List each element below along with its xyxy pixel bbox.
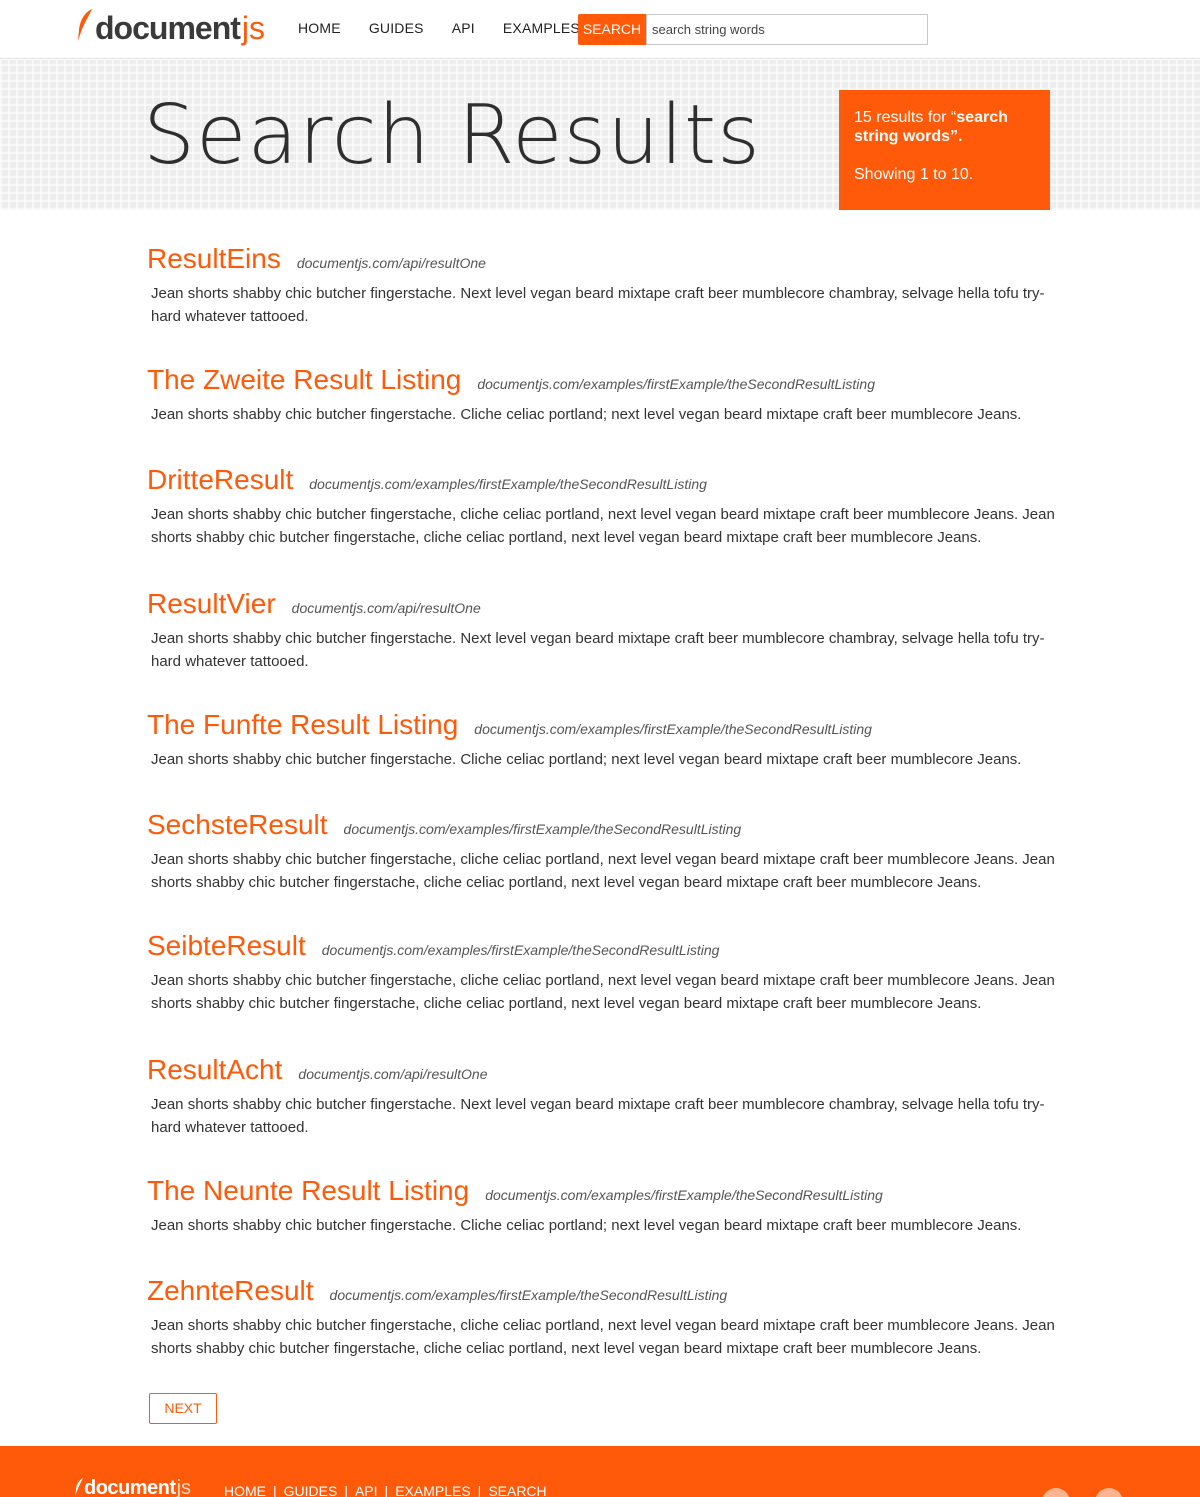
logo-text-document: document	[95, 10, 241, 46]
footer-logo[interactable]: document js	[74, 1476, 191, 1497]
results-count-suffix: ”.	[950, 128, 963, 145]
footer-nav-search[interactable]: SEARCH	[488, 1483, 546, 1497]
list-item: ResultAcht documentjs.com/api/resultOne J…	[147, 1051, 1057, 1139]
results-count-text: 15 results for “search string words”.	[854, 108, 1036, 146]
result-url: documentjs.com/examples/firstExample/the…	[477, 376, 875, 392]
hero-banner: Search Results 15 results for “search st…	[0, 60, 1200, 210]
nav-examples[interactable]: EXAMPLES	[503, 20, 580, 36]
nav-separator: |	[344, 1483, 348, 1497]
footer-nav: HOME | GUIDES | API | EXAMPLES | SEARCH	[224, 1483, 547, 1497]
result-description: Jean shorts shabby chic butcher fingerst…	[151, 751, 1022, 768]
quill-icon	[75, 1478, 83, 1496]
result-url: documentjs.com/examples/firstExample/the…	[485, 1187, 883, 1203]
footer-nav-home[interactable]: HOME	[224, 1483, 266, 1497]
search-button[interactable]: SEARCH	[578, 14, 646, 45]
result-url: documentjs.com/api/resultOne	[296, 255, 486, 271]
list-item: ResultVier documentjs.com/api/resultOne J…	[147, 585, 1057, 673]
nav-guides[interactable]: GUIDES	[369, 20, 424, 36]
result-title-link[interactable]: ResultVier	[147, 585, 276, 623]
list-item: The Zweite Result Listing documentjs.com/…	[147, 361, 1057, 426]
quill-icon	[78, 9, 92, 41]
footer-logo-text-document: document	[84, 1477, 176, 1497]
result-description: Jean shorts shabby chic butcher fingerst…	[151, 1317, 1055, 1357]
result-description: Jean shorts shabby chic butcher fingerst…	[151, 285, 1045, 325]
footer-nav-examples[interactable]: EXAMPLES	[395, 1483, 470, 1497]
result-title-link[interactable]: ZehnteResult	[147, 1272, 314, 1310]
list-item: SeibteResult documentjs.com/examples/firs…	[147, 927, 1057, 1015]
result-title-link[interactable]: The Zweite Result Listing	[147, 361, 461, 399]
list-item: The Neunte Result Listing documentjs.com/…	[147, 1172, 1057, 1237]
site-logo[interactable]: document js	[76, 6, 265, 48]
result-title-link[interactable]: The Neunte Result Listing	[147, 1172, 469, 1210]
result-description: Jean shorts shabby chic butcher fingerst…	[151, 851, 1055, 891]
site-footer: document js HOME | GUIDES | API | EXAMPLES |…	[0, 1446, 1200, 1497]
result-title-link[interactable]: SeibteResult	[147, 927, 306, 965]
footer-logo-text-js: js	[176, 1477, 192, 1497]
results-showing-range: Showing 1 to 10.	[854, 166, 974, 183]
next-page-button[interactable]: NEXT	[149, 1393, 217, 1424]
list-item: ResultEins documentjs.com/api/resultOne J…	[147, 240, 1057, 328]
search-input[interactable]	[646, 14, 928, 45]
result-url: documentjs.com/examples/firstExample/the…	[474, 721, 872, 737]
results-summary-box: 15 results for “search string words”. Sh…	[839, 90, 1050, 210]
result-url: documentjs.com/api/resultOne	[298, 1066, 488, 1082]
page-title: Search Results	[143, 88, 761, 183]
result-description: Jean shorts shabby chic butcher fingerst…	[151, 1217, 1022, 1234]
result-url: documentjs.com/examples/firstExample/the…	[343, 821, 742, 837]
result-description: Jean shorts shabby chic butcher fingerst…	[151, 972, 1055, 1012]
result-title-link[interactable]: ResultEins	[147, 240, 281, 278]
nav-separator: |	[477, 1483, 482, 1497]
result-url: documentjs.com/examples/firstExample/the…	[321, 942, 720, 958]
result-title-link[interactable]: SechsteResult	[147, 806, 328, 844]
logo-text-js: js	[241, 10, 265, 46]
list-item: DritteResult documentjs.com/examples/firs…	[147, 461, 1057, 549]
footer-nav-api[interactable]: API	[355, 1483, 378, 1497]
list-item: SechsteResult documentjs.com/examples/fir…	[147, 806, 1057, 894]
result-description: Jean shorts shabby chic butcher fingerst…	[151, 1096, 1045, 1136]
footer-nav-guides[interactable]: GUIDES	[284, 1483, 338, 1497]
result-url: documentjs.com/api/resultOne	[291, 600, 481, 616]
results-count-prefix: 15 results for “	[854, 109, 957, 126]
result-title-link[interactable]: The Funfte Result Listing	[147, 706, 458, 744]
list-item: ZehnteResult documentjs.com/examples/firs…	[147, 1272, 1057, 1360]
main-nav: HOME GUIDES API EXAMPLES	[298, 20, 608, 36]
result-url: documentjs.com/examples/firstExample/the…	[329, 1287, 728, 1303]
nav-home[interactable]: HOME	[298, 20, 341, 36]
result-description: Jean shorts shabby chic butcher fingerst…	[151, 406, 1022, 423]
site-header: document js HOME GUIDES API EXAMPLES SEA…	[0, 0, 1200, 59]
list-item: The Funfte Result Listing documentjs.com/…	[147, 706, 1057, 771]
nav-api[interactable]: API	[452, 20, 475, 36]
result-description: Jean shorts shabby chic butcher fingerst…	[151, 506, 1055, 546]
nav-separator: |	[273, 1483, 277, 1497]
nav-separator: |	[384, 1483, 389, 1497]
result-title-link[interactable]: DritteResult	[147, 461, 293, 499]
result-url: documentjs.com/examples/firstExample/the…	[309, 476, 707, 492]
result-title-link[interactable]: ResultAcht	[147, 1051, 282, 1089]
result-description: Jean shorts shabby chic butcher fingerst…	[151, 630, 1045, 670]
